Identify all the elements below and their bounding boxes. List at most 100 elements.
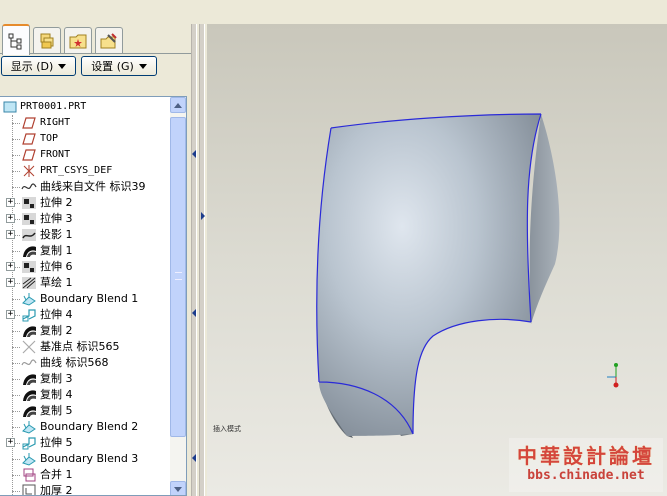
extrude-icon	[21, 211, 37, 227]
tree-item[interactable]: 加厚 2	[0, 483, 170, 496]
tree-item[interactable]: Boundary Blend 2	[0, 419, 170, 435]
tree-item[interactable]: + 拉伸 4	[0, 307, 170, 323]
tree-item-label: 复制 5	[40, 404, 73, 417]
expand-plus-icon[interactable]: +	[6, 438, 15, 447]
tab-model-tree[interactable]	[2, 24, 30, 55]
curve-icon	[21, 179, 37, 195]
tree-item-label: PRT_CSYS_DEF	[40, 165, 113, 176]
tree-item[interactable]: TOP	[0, 131, 170, 147]
tab-favorites[interactable]	[64, 27, 92, 53]
tree-item-label: 投影 1	[40, 228, 73, 241]
expand-plus-icon[interactable]: +	[6, 262, 15, 271]
tree-item[interactable]: PRT_CSYS_DEF	[0, 163, 170, 179]
tree-item-label: 加厚 2	[40, 484, 73, 496]
tree-item-label: 拉伸 5	[40, 436, 73, 449]
expand-plus-icon[interactable]: +	[6, 214, 15, 223]
tree-item[interactable]: PRT0001.PRT	[0, 99, 170, 115]
show-shortcut: (D)	[36, 60, 54, 73]
tree-item[interactable]: 复制 1	[0, 243, 170, 259]
boundary-blend-icon	[21, 291, 37, 307]
tree-item[interactable]: 复制 5	[0, 403, 170, 419]
collapse-left-icon[interactable]	[192, 309, 196, 317]
tree-branch-line	[12, 155, 20, 156]
tree-item-label: Boundary Blend 1	[40, 292, 139, 305]
tree-item[interactable]: + 拉伸 3	[0, 211, 170, 227]
tree-item-label: Boundary Blend 3	[40, 452, 139, 465]
expand-right-icon[interactable]	[201, 212, 205, 220]
tree-item-label: 草绘 1	[40, 276, 73, 289]
datum-point-icon	[21, 339, 37, 355]
splitter-bar-left[interactable]	[191, 24, 197, 496]
thicken-icon	[21, 483, 37, 495]
settings-label: 设置	[91, 60, 114, 73]
expand-plus-icon[interactable]: +	[6, 278, 15, 287]
collapse-left-icon[interactable]	[192, 150, 196, 158]
tree-vertical-scrollbar[interactable]	[170, 97, 186, 495]
surface-model[interactable]	[207, 24, 667, 496]
csys-icon	[21, 163, 37, 179]
settings-dropdown[interactable]: 设置 (G)	[81, 56, 157, 76]
datum-plane-icon	[21, 131, 37, 147]
scroll-up-button[interactable]	[170, 97, 186, 113]
tree-item-label: FRONT	[40, 149, 71, 160]
extrude-surface-icon	[21, 435, 37, 451]
tree-item[interactable]: + 拉伸 5	[0, 435, 170, 451]
model-tree-icon	[8, 33, 22, 49]
part-icon	[2, 99, 18, 115]
tab-folder-browser[interactable]	[33, 27, 61, 53]
scroll-thumb[interactable]	[170, 117, 186, 437]
connections-icon	[100, 32, 117, 48]
expand-plus-icon[interactable]: +	[6, 198, 15, 207]
main-face	[316, 114, 541, 436]
tree-item[interactable]: 复制 2	[0, 323, 170, 339]
grip-icon	[175, 272, 182, 280]
title-strip	[0, 0, 667, 24]
tree-item-label: 复制 4	[40, 388, 73, 401]
tree-item[interactable]: FRONT	[0, 147, 170, 163]
expand-plus-icon[interactable]: +	[6, 310, 15, 319]
arrow-up-icon	[174, 102, 182, 108]
extrude-surface-icon	[21, 307, 37, 323]
graphics-window[interactable]: 插入模式	[207, 24, 667, 496]
splitter-bar-right[interactable]	[199, 24, 205, 496]
show-dropdown[interactable]: 显示 (D)	[1, 56, 76, 76]
tree-item[interactable]: 复制 3	[0, 371, 170, 387]
tree-branch-line	[12, 347, 20, 348]
model-tree-list: PRT0001.PRT RIGHT TOP FRONT PRT_CSYS_DEF 曲线来自…	[0, 97, 170, 496]
expand-plus-icon[interactable]: +	[6, 230, 15, 239]
sketch-icon	[21, 275, 37, 291]
tree-branch-line	[12, 395, 20, 396]
scroll-down-button[interactable]	[170, 481, 186, 495]
panel-splitter[interactable]	[191, 24, 207, 496]
tree-item[interactable]: 基准点 标识565	[0, 339, 170, 355]
copy-icon	[21, 371, 37, 387]
tree-item[interactable]: 曲线来自文件 标识39	[0, 179, 170, 195]
tree-branch-line	[12, 427, 20, 428]
collapse-left-icon[interactable]	[192, 454, 196, 462]
tree-branch-line	[12, 379, 20, 380]
tree-branch-line	[12, 123, 20, 124]
tree-item[interactable]: 合并 1	[0, 467, 170, 483]
tree-branch-line	[12, 411, 20, 412]
curve-gray-icon	[21, 355, 37, 371]
tree-item[interactable]: + 拉伸 6	[0, 259, 170, 275]
tree-item[interactable]: RIGHT	[0, 115, 170, 131]
tree-item[interactable]: + 拉伸 2	[0, 195, 170, 211]
settings-shortcut: (G)	[116, 60, 134, 73]
tree-branch-line	[12, 475, 20, 476]
tree-item-label: 合并 1	[40, 468, 73, 481]
tab-connections[interactable]	[95, 27, 123, 53]
tree-item[interactable]: Boundary Blend 3	[0, 451, 170, 467]
project-icon	[21, 227, 37, 243]
copy-icon	[21, 387, 37, 403]
tree-branch-line	[12, 363, 20, 364]
watermark-logo: 中華設計論壇 bbs.chinade.net	[509, 438, 663, 492]
tree-branch-line	[12, 139, 20, 140]
tree-item[interactable]: Boundary Blend 1	[0, 291, 170, 307]
merge-icon	[21, 467, 37, 483]
tree-item[interactable]: + 草绘 1	[0, 275, 170, 291]
tree-item[interactable]: + 投影 1	[0, 227, 170, 243]
tree-branch-line	[12, 171, 20, 172]
tree-item[interactable]: 曲线 标识568	[0, 355, 170, 371]
tree-item[interactable]: 复制 4	[0, 387, 170, 403]
